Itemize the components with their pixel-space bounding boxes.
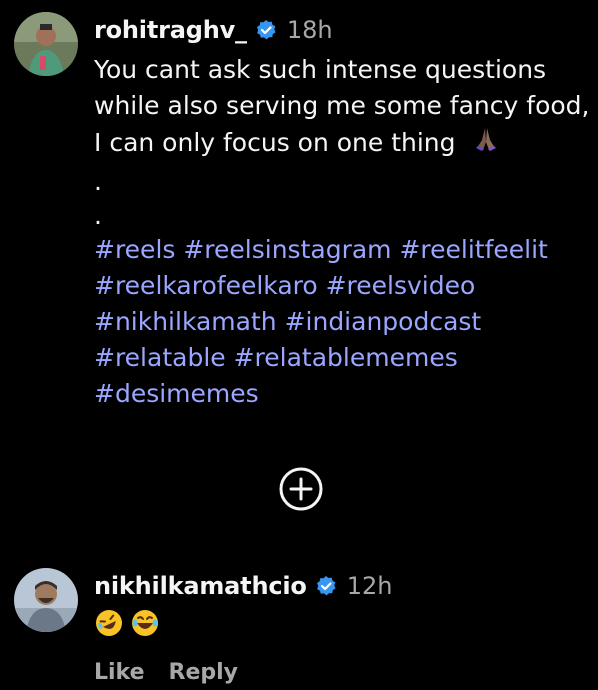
verified-badge-icon — [315, 575, 337, 597]
reply-button[interactable]: Reply — [169, 660, 239, 685]
username[interactable]: nikhilkamathcio — [94, 572, 307, 600]
like-button[interactable]: Like — [94, 660, 145, 685]
hashtag-line-2[interactable]: #reelkarofeelkaro #reelsvideo — [94, 268, 475, 304]
timestamp: 12h — [346, 572, 393, 600]
dot-line-2: . — [94, 201, 102, 230]
hashtag-line-3[interactable]: #nikhilkamath #indianpodcast — [94, 304, 481, 340]
verified-badge-icon — [255, 19, 277, 41]
caption-line-3: I can only focus on one thing — [94, 128, 456, 157]
hashtag-line-4[interactable]: #relatable #relatablememes — [94, 340, 458, 376]
hashtag-line-1[interactable]: #reels #reelsinstagram #reelitfeelit — [94, 232, 548, 268]
username[interactable]: rohitraghv_ — [94, 16, 247, 44]
comment-actions: Like Reply — [94, 660, 238, 685]
rofl-emoji-icon — [94, 608, 124, 642]
hashtag-line-5[interactable]: #desimemes — [94, 376, 259, 412]
plus-circle-icon[interactable] — [277, 465, 325, 513]
avatar[interactable] — [14, 568, 78, 632]
caption-line-1: You cant ask such intense questions — [94, 55, 547, 84]
avatar[interactable] — [14, 12, 78, 76]
laughing-emoji-icon — [130, 608, 160, 642]
caption-line-2: while also serving me some fancy food, — [94, 91, 590, 120]
dot-line-1: . — [94, 167, 102, 196]
folded-hands-icon — [471, 124, 501, 164]
timestamp: 18h — [286, 16, 333, 44]
